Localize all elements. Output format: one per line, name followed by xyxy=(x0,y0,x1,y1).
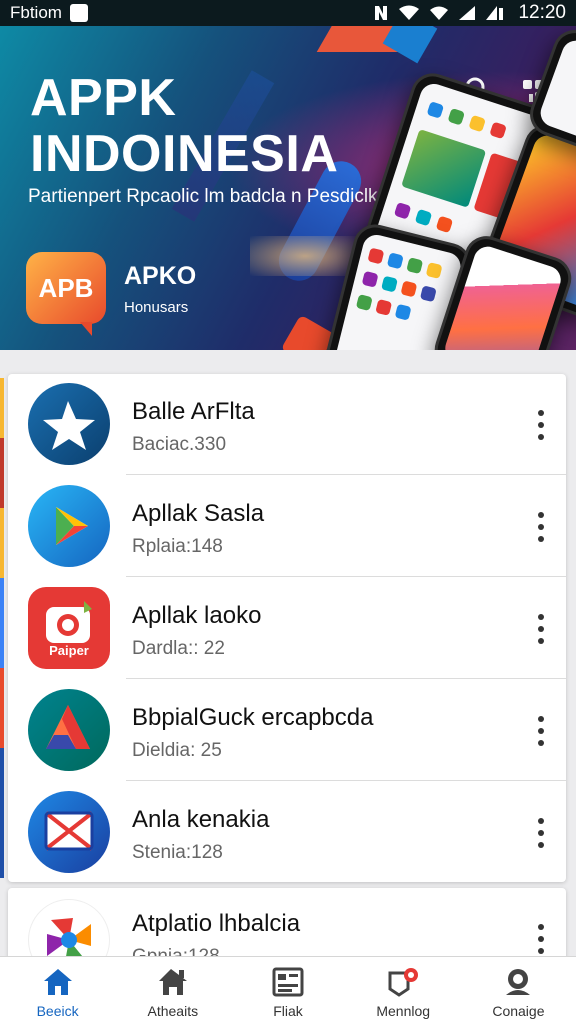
grid-list-icon xyxy=(272,967,304,997)
nav-label: Fliak xyxy=(273,1003,303,1019)
nav-label: Atheaits xyxy=(147,1003,199,1019)
wifi-icon xyxy=(399,5,420,20)
play-store-icon xyxy=(28,485,110,567)
camera-app-icon: Paiper xyxy=(28,587,110,669)
app-name: Apllak laoko xyxy=(132,602,262,629)
banner-title-line2: INDOINESIA xyxy=(30,125,339,183)
banner-brand: APKO Honusars xyxy=(124,262,196,316)
more-options-icon[interactable] xyxy=(534,924,548,954)
list-item[interactable]: Anla kenakia Stenia:128 xyxy=(8,782,566,883)
divider xyxy=(126,678,566,679)
star-app-icon xyxy=(28,383,110,465)
notification-badge-icon xyxy=(388,968,419,997)
list-item[interactable]: BbpialGuck ercapbcda Dieldia: 25 xyxy=(8,680,566,781)
app-meta: Stenia:128 xyxy=(132,842,223,863)
banner-decor-stripe-2 xyxy=(382,26,438,64)
nav-label: Beeick xyxy=(36,1003,79,1019)
banner-brand-sub: Honusars xyxy=(124,299,189,316)
decorative-side-strip xyxy=(0,378,4,878)
nav-item-list[interactable]: Fliak xyxy=(230,957,345,1024)
banner-title: APPK INDOINESIA xyxy=(30,70,360,182)
more-options-icon[interactable] xyxy=(534,818,548,848)
status-time: 12:20 xyxy=(518,2,566,23)
nav-label: Conaige xyxy=(492,1003,545,1019)
notification-icon xyxy=(69,4,88,22)
divider xyxy=(126,780,566,781)
status-bar: Fbtiom 12:20 xyxy=(0,0,576,26)
app-name: Anla kenakia xyxy=(132,806,270,833)
nfc-icon xyxy=(375,6,388,20)
divider xyxy=(126,576,566,577)
app-meta: Rplaia:148 xyxy=(132,536,223,557)
app-name: Apllak Sasla xyxy=(132,500,265,527)
bottom-navigation: Beeick Atheaits Fliak Mennlog Conaige xyxy=(0,956,576,1024)
app-meta: Dieldia: 25 xyxy=(132,740,222,761)
list-item[interactable]: Balle ArFlta Baciac.330 xyxy=(8,374,566,475)
app-list: Balle ArFlta Baciac.330 Apllak Sasla Rpl… xyxy=(8,374,566,882)
more-options-icon[interactable] xyxy=(534,512,548,542)
mail-app-icon xyxy=(28,791,110,873)
banner-app-logo: APB xyxy=(26,252,106,336)
app-name: BbpialGuck ercapbcda xyxy=(132,704,374,731)
promo-banner[interactable]: APPK INDOINESIA Partienpert Rpcaolic lm … xyxy=(0,26,576,350)
nav-item-profile[interactable]: Conaige xyxy=(461,957,576,1024)
app-name: Balle ArFlta xyxy=(132,398,255,425)
banner-brand-name: APKO xyxy=(124,262,197,290)
nav-label: Mennlog xyxy=(376,1003,431,1019)
banner-subtitle: Partienpert Rpcaolic lm badcla n Pesdicl… xyxy=(28,186,389,207)
more-options-icon[interactable] xyxy=(534,716,548,746)
drive-triangle-icon xyxy=(28,689,110,771)
nav-item-home[interactable]: Beeick xyxy=(0,957,115,1024)
store-icon xyxy=(158,969,187,995)
app-root: Fbtiom 12:20 APPK INDOINESIA Partienpert… xyxy=(0,0,576,1024)
more-options-icon[interactable] xyxy=(534,410,548,440)
nav-item-store[interactable]: Atheaits xyxy=(115,957,230,1024)
app-meta: Dardla:: 22 xyxy=(132,638,225,659)
list-item[interactable]: Paiper Apllak laoko Dardla:: 22 xyxy=(8,578,566,679)
divider xyxy=(126,474,566,475)
nav-item-notifications[interactable]: Mennlog xyxy=(346,957,461,1024)
home-icon xyxy=(43,969,72,995)
camera-app-icon-label: Paiper xyxy=(49,643,89,658)
banner-title-line1: APPK xyxy=(30,69,177,127)
battery-icon xyxy=(486,6,504,20)
banner-decor-glow xyxy=(250,236,360,276)
app-meta: Baciac.330 xyxy=(132,434,227,455)
app-name: Atplatio lhbalcia xyxy=(132,910,301,937)
status-carrier-text: Fbtiom xyxy=(10,3,62,22)
list-item[interactable]: Apllak Sasla Rplaia:148 xyxy=(8,476,566,577)
signal-icon xyxy=(459,6,476,20)
profile-icon xyxy=(506,969,531,995)
wifi-icon-2 xyxy=(430,6,449,20)
more-options-icon[interactable] xyxy=(534,614,548,644)
banner-logo-text: APB xyxy=(38,272,94,303)
